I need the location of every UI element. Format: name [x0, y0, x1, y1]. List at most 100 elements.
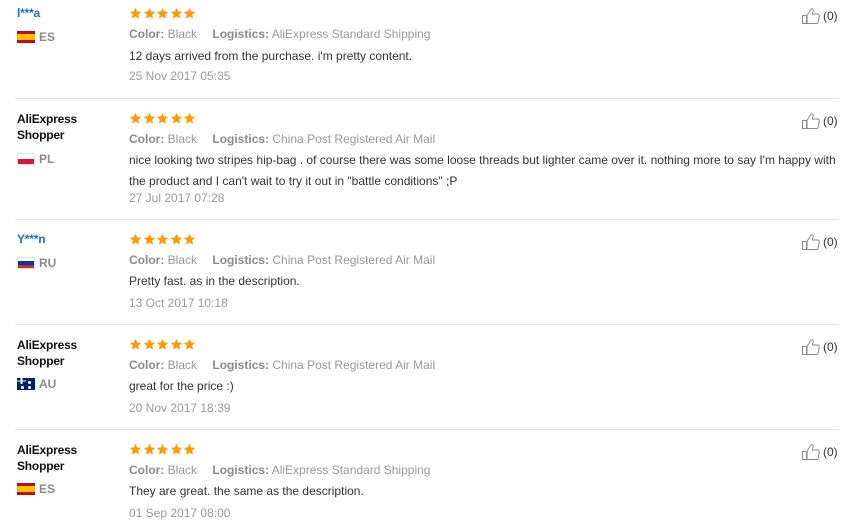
star-icon — [156, 7, 170, 20]
reviewer-name[interactable]: l***a — [17, 5, 112, 21]
helpful-count: (0) — [823, 235, 838, 249]
review-date: 27 Jul 2017 07:28 — [129, 191, 225, 205]
divider — [15, 429, 839, 430]
review-text: great for the price :) — [129, 379, 234, 393]
country-code: PL — [39, 152, 55, 166]
logistics-label: Logistics: — [212, 27, 270, 41]
country-code: ES — [39, 30, 56, 44]
reviewer-name[interactable]: Y***n — [17, 231, 112, 247]
review-text: nice looking two stripes hip-bag . of co… — [129, 153, 836, 188]
logistics-value: AliExpress Standard Shipping — [271, 27, 431, 41]
review-date: 01 Sep 2017 08:00 — [129, 506, 231, 520]
country-code: RU — [39, 256, 57, 270]
logistics-value: China Post Registered Air Mail — [272, 132, 436, 146]
color-label: Color: — [129, 358, 165, 372]
reviewer-name[interactable]: AliExpress Shopper — [17, 337, 112, 369]
thumbs-up-icon — [801, 7, 822, 25]
flag-icon — [17, 257, 35, 269]
star-icon — [183, 7, 197, 20]
star-icon — [183, 112, 197, 125]
helpful-count: (0) — [823, 9, 838, 23]
helpful-button[interactable]: (0) — [801, 233, 838, 251]
star-icon — [156, 443, 170, 456]
star-icon — [129, 112, 143, 125]
color-value: Black — [167, 253, 198, 267]
logistics-label: Logistics: — [212, 132, 270, 146]
order-info: Color: Black Logistics: AliExpress Stand… — [129, 462, 430, 478]
review-text: They are great. the same as the descript… — [129, 484, 364, 498]
logistics-label: Logistics: — [212, 253, 270, 267]
feedback-list: l***a ES Color: Black Logistics: AliExpr… — [0, 0, 860, 523]
flag-icon — [17, 153, 35, 165]
color-value: Black — [167, 27, 198, 41]
helpful-button[interactable]: (0) — [801, 338, 838, 356]
reviewer-country: RU — [17, 256, 56, 270]
flag-icon — [17, 31, 35, 43]
color-value: Black — [167, 132, 198, 146]
thumbs-up-icon — [801, 112, 822, 130]
color-label: Color: — [129, 253, 165, 267]
thumbs-up-icon — [801, 233, 822, 251]
reviewer-country: AU — [17, 377, 56, 391]
flag-icon — [17, 483, 35, 495]
reviewer-country: ES — [17, 482, 55, 496]
color-label: Color: — [129, 132, 165, 146]
review-date: 20 Nov 2017 18:39 — [129, 401, 231, 415]
star-icon — [129, 233, 143, 246]
star-icon — [129, 7, 143, 20]
star-icon — [170, 443, 184, 456]
order-info: Color: Black Logistics: China Post Regis… — [129, 252, 435, 268]
color-value: Black — [167, 463, 198, 477]
star-icon — [143, 233, 157, 246]
star-icon — [170, 338, 184, 351]
logistics-label: Logistics: — [212, 463, 270, 477]
helpful-button[interactable]: (0) — [801, 112, 838, 130]
reviewer-name[interactable]: AliExpress Shopper — [17, 442, 112, 474]
star-icon — [183, 338, 197, 351]
star-icon — [170, 233, 184, 246]
helpful-button[interactable]: (0) — [801, 443, 838, 461]
helpful-button[interactable]: (0) — [801, 7, 838, 25]
reviewer-name[interactable]: AliExpress Shopper — [17, 111, 112, 143]
thumbs-up-icon — [801, 443, 822, 461]
logistics-value: AliExpress Standard Shipping — [271, 463, 431, 477]
star-rating — [129, 233, 197, 247]
reviewer-country: ES — [17, 30, 55, 44]
star-rating — [129, 112, 197, 126]
logistics-label: Logistics: — [212, 358, 270, 372]
star-icon — [129, 338, 143, 351]
star-rating — [129, 338, 197, 352]
star-icon — [183, 443, 197, 456]
order-info: Color: Black Logistics: China Post Regis… — [129, 357, 435, 373]
star-icon — [143, 112, 157, 125]
color-label: Color: — [129, 463, 165, 477]
divider — [15, 98, 839, 99]
color-value: Black — [167, 358, 198, 372]
order-info: Color: Black Logistics: China Post Regis… — [129, 131, 435, 147]
thumbs-up-icon — [801, 338, 822, 356]
star-icon — [170, 112, 184, 125]
star-icon — [143, 443, 157, 456]
helpful-count: (0) — [823, 340, 838, 354]
flag-icon — [17, 378, 35, 390]
order-info: Color: Black Logistics: AliExpress Stand… — [129, 26, 430, 42]
star-icon — [156, 112, 170, 125]
star-icon — [156, 233, 170, 246]
star-icon — [129, 443, 143, 456]
star-icon — [143, 338, 157, 351]
star-icon — [156, 338, 170, 351]
review-date: 25 Nov 2017 05:35 — [129, 69, 231, 83]
reviewer-country: PL — [17, 152, 54, 166]
helpful-count: (0) — [823, 445, 838, 459]
helpful-count: (0) — [823, 114, 838, 128]
country-code: AU — [39, 377, 57, 391]
star-rating — [129, 443, 197, 457]
logistics-value: China Post Registered Air Mail — [272, 253, 436, 267]
review-text: 12 days arrived from the purchase. i'm p… — [129, 49, 413, 63]
divider — [15, 219, 839, 220]
review-date: 13 Oct 2017 10:18 — [129, 296, 228, 310]
star-icon — [183, 233, 197, 246]
star-icon — [170, 7, 184, 20]
star-icon — [143, 7, 157, 20]
divider — [15, 324, 839, 325]
